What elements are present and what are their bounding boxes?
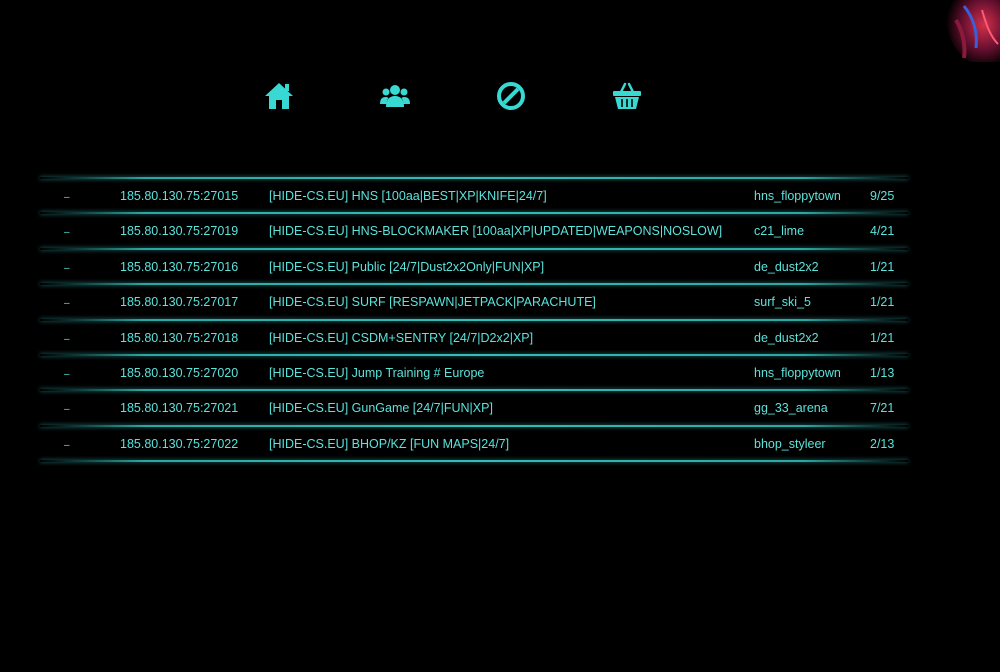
- server-map: de_dust2x2: [754, 259, 819, 274]
- server-name: [HIDE-CS.EU] Public [24/7|Dust2x2Only|FU…: [269, 259, 545, 274]
- server-name: [HIDE-CS.EU] GunGame [24/7|FUN|XP]: [269, 401, 493, 416]
- server-player-count: 7/21: [870, 401, 895, 416]
- server-player-count: 1/21: [870, 295, 895, 310]
- server-row[interactable]: – 185.80.130.75:27019 [HIDE-CS.EU] HNS-BLO…: [40, 214, 908, 247]
- server-player-count: 4/21: [870, 224, 895, 239]
- server-map: bhop_styleer: [754, 436, 826, 451]
- server-row[interactable]: – 185.80.130.75:27018 [HIDE-CS.EU] CSDM+SE…: [40, 321, 908, 354]
- server-name: [HIDE-CS.EU] HNS-BLOCKMAKER [100aa|XP|UP…: [269, 224, 723, 239]
- nav-players-button[interactable]: [377, 78, 413, 114]
- shop-basket-icon: [611, 81, 643, 111]
- server-name: [HIDE-CS.EU] Jump Training # Europe: [269, 365, 485, 380]
- server-address: 185.80.130.75:27016: [120, 259, 239, 274]
- server-row[interactable]: – 185.80.130.75:27016 [HIDE-CS.EU] Public …: [40, 250, 908, 283]
- server-ping: –: [64, 404, 70, 416]
- server-row[interactable]: – 185.80.130.75:27015 [HIDE-CS.EU] HNS [10…: [40, 179, 908, 212]
- server-ping: –: [64, 227, 70, 239]
- server-player-count: 9/25: [870, 189, 895, 203]
- ban-icon: [496, 81, 526, 111]
- server-ping: –: [64, 298, 70, 310]
- server-player-count: 1/21: [870, 330, 895, 345]
- server-name: [HIDE-CS.EU] HNS [100aa|BEST|XP|KNIFE|24…: [269, 189, 547, 203]
- server-browser-page: – 185.80.130.75:27015 [HIDE-CS.EU] HNS [10…: [0, 0, 1000, 672]
- server-address: 185.80.130.75:27020: [120, 365, 239, 380]
- server-address: 185.80.130.75:27018: [120, 330, 239, 345]
- users-icon: [380, 81, 410, 111]
- server-address: 185.80.130.75:27017: [120, 295, 239, 310]
- server-player-count: 2/13: [870, 436, 895, 451]
- server-map: hns_floppytown: [754, 189, 841, 203]
- server-row[interactable]: – 185.80.130.75:27022 [HIDE-CS.EU] BHOP/KZ…: [40, 427, 908, 460]
- server-map: de_dust2x2: [754, 330, 819, 345]
- server-ping: –: [64, 439, 70, 451]
- server-ping: –: [64, 333, 70, 345]
- server-map: hns_floppytown: [754, 365, 841, 380]
- server-address: 185.80.130.75:27015: [120, 189, 239, 203]
- server-map: gg_33_arena: [754, 401, 828, 416]
- server-row[interactable]: – 185.80.130.75:27021 [HIDE-CS.EU] GunGame…: [40, 391, 908, 424]
- server-address: 185.80.130.75:27022: [120, 436, 239, 451]
- server-ping: –: [64, 368, 70, 380]
- nav-home-button[interactable]: [261, 78, 297, 114]
- server-ping: –: [64, 262, 70, 274]
- server-name: [HIDE-CS.EU] SURF [RESPAWN|JETPACK|PARAC…: [269, 295, 596, 310]
- server-address: 185.80.130.75:27021: [120, 401, 239, 416]
- server-name: [HIDE-CS.EU] BHOP/KZ [FUN MAPS|24/7]: [269, 436, 510, 451]
- top-nav: [0, 78, 1000, 114]
- server-address: 185.80.130.75:27019: [120, 224, 239, 239]
- server-row[interactable]: – 185.80.130.75:27020 [HIDE-CS.EU] Jump Tr…: [40, 356, 908, 389]
- nav-bans-button[interactable]: [493, 78, 529, 114]
- server-name: [HIDE-CS.EU] CSDM+SENTRY [24/7|D2x2|XP]: [269, 330, 534, 345]
- server-player-count: 1/13: [870, 365, 895, 380]
- server-ping: –: [64, 192, 70, 203]
- server-list: – 185.80.130.75:27015 [HIDE-CS.EU] HNS [10…: [40, 177, 908, 463]
- server-map: c21_lime: [754, 224, 805, 239]
- server-player-count: 1/21: [870, 259, 895, 274]
- nav-shop-button[interactable]: [609, 78, 645, 114]
- server-row[interactable]: – 185.80.130.75:27017 [HIDE-CS.EU] SURF [R…: [40, 285, 908, 318]
- corner-artwork: [920, 0, 1000, 62]
- home-icon: [263, 81, 295, 111]
- server-map: surf_ski_5: [754, 295, 811, 310]
